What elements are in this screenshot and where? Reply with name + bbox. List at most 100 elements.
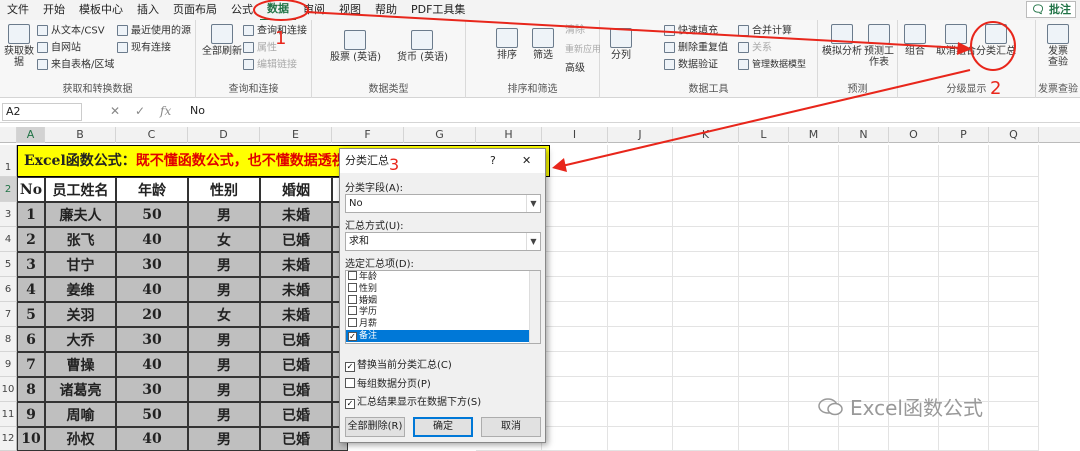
checkbox-icon[interactable] bbox=[348, 294, 357, 304]
grid-cell[interactable] bbox=[673, 227, 739, 252]
grid-cell[interactable] bbox=[939, 302, 989, 327]
grid-cell[interactable] bbox=[939, 227, 989, 252]
grid-cell[interactable] bbox=[989, 277, 1039, 302]
table-cell[interactable]: 张飞 bbox=[45, 227, 116, 252]
recent-sources-button[interactable]: 最近使用的源 bbox=[117, 25, 191, 38]
cancel-icon[interactable]: ✕ bbox=[110, 104, 120, 118]
table-cell[interactable]: 40 bbox=[116, 227, 188, 252]
table-cell[interactable]: 未婚 bbox=[260, 202, 332, 227]
grid-cell[interactable] bbox=[989, 427, 1039, 451]
table-cell[interactable]: 1 bbox=[17, 202, 45, 227]
grid-cell[interactable] bbox=[542, 145, 608, 177]
table-cell[interactable]: 男 bbox=[188, 327, 260, 352]
grid-cell[interactable] bbox=[989, 227, 1039, 252]
reapply-button[interactable]: 重新应用 bbox=[565, 44, 601, 56]
grid-cell[interactable] bbox=[839, 145, 889, 177]
table-cell[interactable]: 关羽 bbox=[45, 302, 116, 327]
table-cell[interactable]: 男 bbox=[188, 402, 260, 427]
column-header[interactable]: I bbox=[542, 127, 608, 143]
relationships-button[interactable]: 关系 bbox=[738, 42, 772, 55]
remove-duplicates-button[interactable]: 删除重复值 bbox=[664, 42, 728, 55]
table-cell[interactable]: 姜维 bbox=[45, 277, 116, 302]
properties-button[interactable]: 属性 bbox=[243, 42, 277, 55]
field-select[interactable]: No ▼ bbox=[345, 194, 541, 213]
table-cell[interactable]: 5 bbox=[17, 302, 45, 327]
grid-cell[interactable] bbox=[789, 302, 839, 327]
grid-cell[interactable] bbox=[839, 302, 889, 327]
grid-cell[interactable] bbox=[739, 227, 789, 252]
grid-cell[interactable] bbox=[673, 352, 739, 377]
grid-cell[interactable] bbox=[789, 252, 839, 277]
data-validation-button[interactable]: 数据验证 bbox=[664, 59, 718, 72]
insert-function-icon[interactable]: fx bbox=[160, 104, 171, 118]
table-cell[interactable]: 30 bbox=[116, 252, 188, 277]
grid-cell[interactable] bbox=[939, 327, 989, 352]
row-header[interactable]: 5 bbox=[0, 252, 17, 277]
grid-cell[interactable] bbox=[889, 327, 939, 352]
clear-button[interactable]: 清除 bbox=[565, 25, 585, 37]
grid-cell[interactable] bbox=[989, 402, 1039, 427]
row-header[interactable]: 8 bbox=[0, 327, 17, 352]
table-cell[interactable]: 男 bbox=[188, 352, 260, 377]
queries-connections-button[interactable]: 查询和连接 bbox=[243, 25, 307, 38]
grid-cell[interactable] bbox=[789, 202, 839, 227]
grid-cell[interactable] bbox=[739, 202, 789, 227]
get-data-button[interactable]: 获取数据 bbox=[4, 24, 34, 68]
page-break-checkbox[interactable]: 每组数据分页(P) bbox=[345, 375, 431, 390]
grid-cell[interactable] bbox=[542, 177, 608, 202]
grid-cell[interactable] bbox=[839, 352, 889, 377]
currency-button[interactable]: 货币 (英语) bbox=[397, 30, 448, 63]
replace-subtotals-checkbox[interactable]: ✓ 替换当前分类汇总(C) bbox=[345, 356, 452, 372]
row-header[interactable]: 11 bbox=[0, 402, 17, 427]
grid-cell[interactable] bbox=[789, 277, 839, 302]
column-header[interactable]: H bbox=[476, 127, 542, 143]
column-header[interactable]: M bbox=[789, 127, 839, 143]
grid-cell[interactable] bbox=[608, 252, 673, 277]
table-cell[interactable]: 10 bbox=[17, 427, 45, 451]
column-header[interactable]: B bbox=[45, 127, 116, 143]
forecast-sheet-button[interactable]: 预测工作表 bbox=[864, 24, 894, 68]
grid-cell[interactable] bbox=[839, 177, 889, 202]
grid-cell[interactable] bbox=[673, 427, 739, 451]
grid-cell[interactable] bbox=[939, 277, 989, 302]
row-header[interactable]: 9 bbox=[0, 352, 17, 377]
table-cell[interactable]: 周喻 bbox=[45, 402, 116, 427]
column-header[interactable]: E bbox=[260, 127, 332, 143]
grid-cell[interactable] bbox=[739, 145, 789, 177]
table-cell[interactable]: 3 bbox=[17, 252, 45, 277]
grid-cell[interactable] bbox=[889, 177, 939, 202]
table-cell[interactable]: 已婚 bbox=[260, 427, 332, 451]
row-header[interactable]: 7 bbox=[0, 302, 17, 327]
grid-cell[interactable] bbox=[739, 402, 789, 427]
table-header-cell[interactable]: 性别 bbox=[188, 177, 260, 202]
grid-cell[interactable] bbox=[739, 252, 789, 277]
table-cell[interactable]: 未婚 bbox=[260, 277, 332, 302]
from-web-button[interactable]: 自网站 bbox=[37, 42, 81, 55]
comment-button[interactable]: 🗨 批注 bbox=[1026, 1, 1076, 18]
table-cell[interactable]: 7 bbox=[17, 352, 45, 377]
table-cell[interactable]: 2 bbox=[17, 227, 45, 252]
from-table-button[interactable]: 来自表格/区域 bbox=[37, 59, 114, 72]
grid-cell[interactable] bbox=[889, 277, 939, 302]
grid-cell[interactable] bbox=[839, 227, 889, 252]
tab-data[interactable]: 数据 bbox=[260, 0, 296, 21]
table-cell[interactable]: 廉夫人 bbox=[45, 202, 116, 227]
table-cell[interactable]: 甘宁 bbox=[45, 252, 116, 277]
grid-cell[interactable] bbox=[889, 302, 939, 327]
grid-cell[interactable] bbox=[542, 252, 608, 277]
grid-cell[interactable] bbox=[739, 427, 789, 451]
table-cell[interactable]: 30 bbox=[116, 377, 188, 402]
table-cell[interactable]: 男 bbox=[188, 252, 260, 277]
list-item[interactable]: 年龄 bbox=[346, 271, 540, 283]
checkbox-icon[interactable] bbox=[348, 306, 357, 316]
grid-cell[interactable] bbox=[939, 202, 989, 227]
table-cell[interactable]: 50 bbox=[116, 202, 188, 227]
grid-cell[interactable] bbox=[608, 177, 673, 202]
table-cell[interactable]: 已婚 bbox=[260, 352, 332, 377]
grid-cell[interactable] bbox=[542, 327, 608, 352]
grid-cell[interactable] bbox=[673, 402, 739, 427]
grid-cell[interactable] bbox=[939, 177, 989, 202]
invoice-check-button[interactable]: 发票查验 bbox=[1044, 24, 1072, 68]
grid-cell[interactable] bbox=[939, 427, 989, 451]
grid-cell[interactable] bbox=[789, 427, 839, 451]
